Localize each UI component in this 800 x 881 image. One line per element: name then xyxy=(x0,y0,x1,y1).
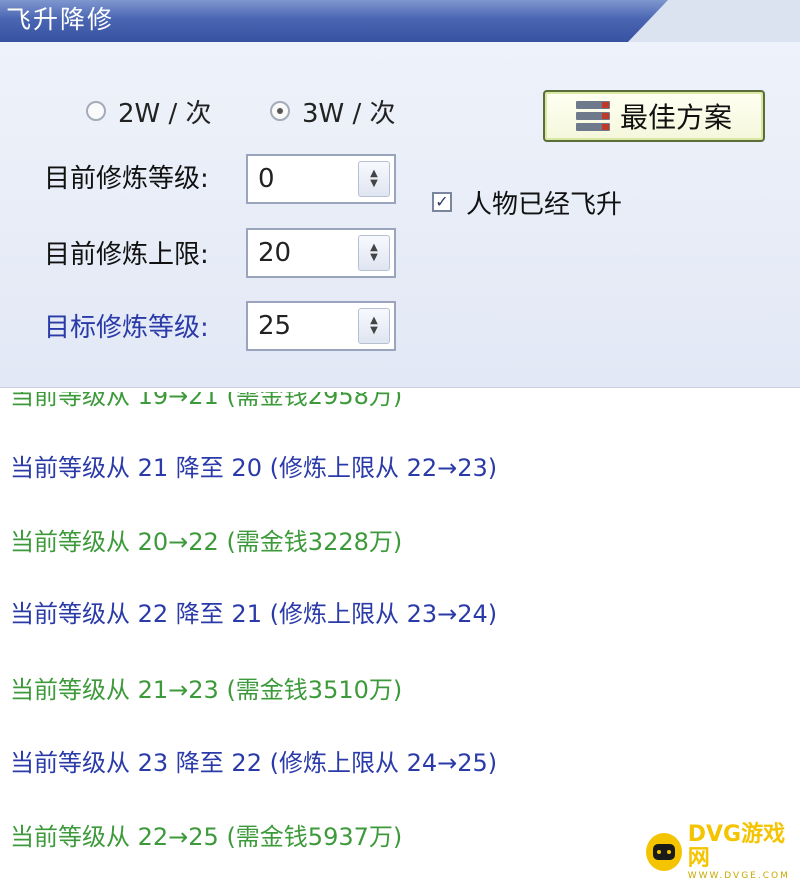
current-level-stepper[interactable]: 0 ▲ ▼ xyxy=(246,154,396,204)
checkbox-checked-icon[interactable]: ✓ xyxy=(432,192,452,212)
gamepad-logo-icon xyxy=(646,833,682,871)
current-limit-label: 目前修炼上限: xyxy=(44,240,209,270)
log-line: 当前等级从 20→22 (需金钱3228万) xyxy=(10,528,403,556)
current-level-label: 目前修炼等级: xyxy=(44,164,209,194)
site-watermark: DVG游戏网 WWW.DVGE.COM xyxy=(646,822,800,881)
flown-checkbox-row[interactable]: ✓ 人物已经飞升 xyxy=(432,182,622,222)
radio-on-icon[interactable] xyxy=(270,101,290,121)
log-line: 当前等级从 22→25 (需金钱5937万) xyxy=(10,823,403,851)
spin-arrows-icon[interactable]: ▲ ▼ xyxy=(358,308,390,344)
best-plan-label: 最佳方案 xyxy=(619,101,732,134)
current-limit-stepper[interactable]: 20 ▲ ▼ xyxy=(246,228,396,278)
settings-panel: 2W / 次 3W / 次 最佳方案 目前修炼等级: 0 ▲ ▼ 目前修炼上限: … xyxy=(0,42,800,388)
log-line: 当前等级从 23 降至 22 (修炼上限从 24→25) xyxy=(10,749,498,777)
radio-2w-label: 2W / 次 xyxy=(118,98,212,129)
target-level-value[interactable]: 25 xyxy=(258,303,291,349)
list-icon xyxy=(575,100,610,132)
target-level-stepper[interactable]: 25 ▲ ▼ xyxy=(246,301,396,351)
flown-checkbox-label: 人物已经飞升 xyxy=(466,189,623,220)
current-limit-value[interactable]: 20 xyxy=(258,230,291,276)
radio-2w-per-time[interactable]: 2W / 次 xyxy=(86,96,212,129)
spin-arrows-icon[interactable]: ▲ ▼ xyxy=(358,235,390,271)
title-bar: 飞升降修 xyxy=(0,0,800,42)
watermark-text: DVG游戏网 xyxy=(687,822,786,871)
log-line: 当前等级从 21→23 (需金钱3510万) xyxy=(10,676,403,704)
radio-3w-per-time[interactable]: 3W / 次 xyxy=(270,96,396,129)
log-line: 当前等级从 21 降至 20 (修炼上限从 22→23) xyxy=(10,454,498,482)
best-plan-button[interactable]: 最佳方案 xyxy=(543,90,765,142)
window-title: 飞升降修 xyxy=(6,5,115,34)
radio-off-icon[interactable] xyxy=(86,101,106,121)
target-level-label: 目标修炼等级: xyxy=(44,313,209,343)
spin-arrows-icon[interactable]: ▲ ▼ xyxy=(358,161,390,197)
current-level-value[interactable]: 0 xyxy=(258,156,275,202)
radio-3w-label: 3W / 次 xyxy=(302,98,396,129)
log-line: 当前等级从 22 降至 21 (修炼上限从 23→24) xyxy=(10,600,498,628)
